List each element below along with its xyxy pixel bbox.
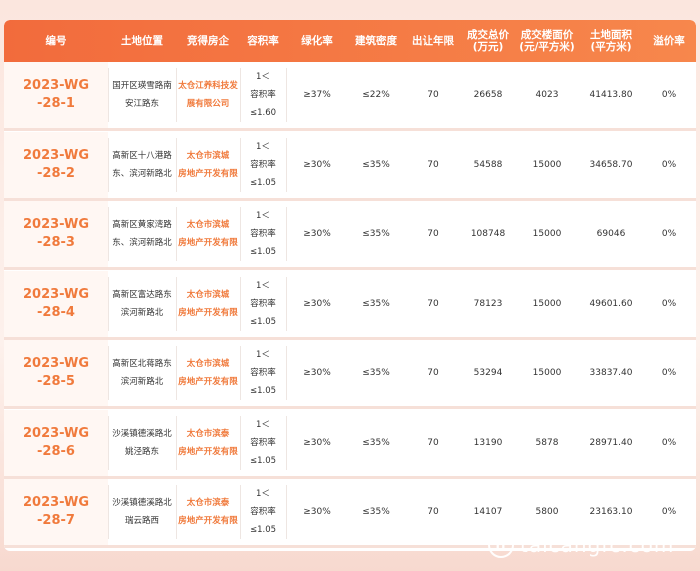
cell-location: 沙溪镇德溪路北 瑞云路西 bbox=[112, 498, 172, 526]
table-row: 2023-WG -28-4 高新区富达路东 滨河新路北 太仓市滨城 房地产开发有限 1… bbox=[4, 270, 696, 340]
cell-premium: 0% bbox=[661, 437, 677, 448]
table-row: 2023-WG -28-2 高新区十八港路 东、滨河新路北 太仓市滨城 房地产开发有… bbox=[4, 131, 696, 201]
cell-total-price: 26658 bbox=[473, 90, 503, 100]
cell-total-price: 78123 bbox=[473, 298, 503, 309]
cell-code: 2023-WG -28-6 bbox=[22, 425, 89, 459]
table-row: 2023-WG -28-5 高新区北蒋路东 滨河新路北 太仓市滨城 房地产开发有限 1… bbox=[4, 340, 696, 409]
header-winner: 竞得房企 bbox=[187, 35, 229, 47]
cell-location: 沙溪镇德溪路北 姚泾路东 bbox=[112, 428, 172, 457]
cell-years: 70 bbox=[427, 368, 439, 378]
cell-code: 2023-WG -28-1 bbox=[22, 78, 89, 111]
cell-winner: 太仓江养科技发 展有限公司 bbox=[178, 81, 238, 109]
cell-floor-price: 15000 bbox=[532, 298, 562, 309]
cell-green: ≥30% bbox=[303, 229, 331, 239]
cell-area: 28971.40 bbox=[589, 437, 633, 448]
site-domain: taicangfc.com bbox=[520, 533, 675, 557]
cell-premium: 0% bbox=[661, 90, 677, 100]
cell-density: ≤35% bbox=[362, 159, 390, 170]
cell-years: 70 bbox=[427, 229, 439, 239]
cell-years: 70 bbox=[427, 159, 439, 170]
cell-winner: 太仓市滨泰 房地产开发有限 bbox=[178, 498, 238, 526]
cell-winner: 太仓市滨城 房地产开发有限 bbox=[178, 220, 238, 248]
cell-location: 高新区北蒋路东 滨河新路北 bbox=[112, 359, 172, 387]
cell-far: 1＜ 容积率 ≤1.05 bbox=[249, 419, 277, 466]
cell-winner: 太仓市滨城 房地产开发有限 bbox=[178, 289, 238, 318]
cell-total-price: 54588 bbox=[473, 159, 503, 170]
cell-code: 2023-WG -28-7 bbox=[22, 495, 89, 528]
cell-green: ≥30% bbox=[303, 298, 331, 309]
cell-far: 1＜ 容积率 ≤1.05 bbox=[249, 489, 277, 535]
header-total-price: 成交总价 (万元) bbox=[467, 29, 509, 53]
site-watermark: H taicangfc.com bbox=[488, 531, 674, 559]
cell-floor-price: 4023 bbox=[535, 90, 559, 100]
cell-density: ≤35% bbox=[362, 507, 390, 517]
cell-green: ≥30% bbox=[303, 159, 331, 170]
cell-density: ≤35% bbox=[362, 437, 390, 448]
cell-premium: 0% bbox=[661, 298, 677, 309]
cell-total-price: 53294 bbox=[473, 368, 503, 378]
cell-green: ≥30% bbox=[303, 437, 331, 448]
cell-code: 2023-WG -28-5 bbox=[22, 356, 89, 389]
table-row: 2023-WG -28-3 高新区黄家湾路 东、滨河新路北 太仓市滨城 房地产开发有… bbox=[4, 201, 696, 270]
cell-density: ≤35% bbox=[362, 368, 390, 378]
cell-area: 34658.70 bbox=[589, 159, 633, 170]
cell-area: 33837.40 bbox=[589, 368, 633, 378]
header-floor-price: 成交楼面价 (元/平方米) bbox=[519, 29, 575, 53]
cell-density: ≤35% bbox=[362, 298, 390, 309]
cell-total-price: 108748 bbox=[470, 229, 506, 239]
cell-location: 高新区十八港路 东、滨河新路北 bbox=[112, 150, 172, 179]
cell-winner: 太仓市滨泰 房地产开发有限 bbox=[178, 428, 238, 457]
header-green: 绿化率 bbox=[301, 35, 333, 47]
cell-green: ≥30% bbox=[303, 368, 331, 378]
cell-years: 70 bbox=[427, 298, 439, 309]
h-logo-icon: H bbox=[488, 532, 514, 558]
cell-code: 2023-WG -28-4 bbox=[22, 286, 89, 320]
cell-location: 高新区富达路东 滨河新路北 bbox=[112, 289, 172, 318]
cell-far: 1＜ 容积率 ≤1.60 bbox=[249, 72, 277, 118]
cell-premium: 0% bbox=[661, 229, 677, 239]
cell-premium: 0% bbox=[661, 159, 677, 170]
table-row: 2023-WG -28-6 沙溪镇德溪路北 姚泾路东 太仓市滨泰 房地产开发有限 1＜… bbox=[4, 409, 696, 479]
header-location: 土地位置 bbox=[121, 35, 163, 47]
header-premium: 溢价率 bbox=[653, 35, 685, 47]
cell-years: 70 bbox=[427, 90, 439, 100]
cell-green: ≥37% bbox=[303, 90, 331, 100]
cell-area: 41413.80 bbox=[589, 90, 633, 100]
cell-far: 1＜ 容积率 ≤1.05 bbox=[249, 350, 277, 396]
cell-density: ≤22% bbox=[362, 90, 390, 100]
cell-density: ≤35% bbox=[362, 229, 390, 239]
cell-premium: 0% bbox=[661, 368, 677, 378]
cell-floor-price: 5878 bbox=[535, 437, 559, 448]
cell-years: 70 bbox=[427, 437, 439, 448]
cell-total-price: 13190 bbox=[473, 437, 503, 448]
cell-area: 69046 bbox=[596, 229, 626, 239]
cell-code: 2023-WG -28-2 bbox=[22, 147, 89, 181]
cell-area: 49601.60 bbox=[589, 298, 633, 309]
table-row: 2023-WG -28-1 国开区瑛雪路南 安江路东 太仓江养科技发 展有限公司 1＜… bbox=[4, 62, 696, 131]
table-header: 编号 土地位置 竞得房企 容积率 绿化率 建筑密度 出让年限 成交总价 (万元)… bbox=[4, 20, 696, 62]
cell-floor-price: 15000 bbox=[532, 159, 562, 170]
cell-far: 1＜ 容积率 ≤1.05 bbox=[249, 141, 277, 188]
cell-green: ≥30% bbox=[303, 507, 331, 517]
cell-floor-price: 15000 bbox=[532, 368, 562, 378]
land-auction-table: 编号 土地位置 竞得房企 容积率 绿化率 建筑密度 出让年限 成交总价 (万元)… bbox=[4, 20, 696, 551]
header-density: 建筑密度 bbox=[355, 35, 397, 47]
header-code: 编号 bbox=[45, 35, 67, 47]
header-years: 出让年限 bbox=[412, 35, 454, 47]
cell-floor-price: 15000 bbox=[532, 229, 562, 239]
header-area: 土地面积 (平方米) bbox=[590, 29, 632, 53]
cell-far: 1＜ 容积率 ≤1.05 bbox=[249, 211, 277, 257]
cell-code: 2023-WG -28-3 bbox=[22, 217, 89, 250]
cell-location: 高新区黄家湾路 东、滨河新路北 bbox=[112, 220, 172, 248]
header-far: 容积率 bbox=[247, 35, 279, 47]
cell-far: 1＜ 容积率 ≤1.05 bbox=[249, 280, 277, 327]
cell-location: 国开区瑛雪路南 安江路东 bbox=[112, 81, 172, 109]
cell-winner: 太仓市滨城 房地产开发有限 bbox=[178, 150, 238, 179]
cell-winner: 太仓市滨城 房地产开发有限 bbox=[178, 359, 238, 387]
cell-years: 70 bbox=[427, 507, 439, 517]
